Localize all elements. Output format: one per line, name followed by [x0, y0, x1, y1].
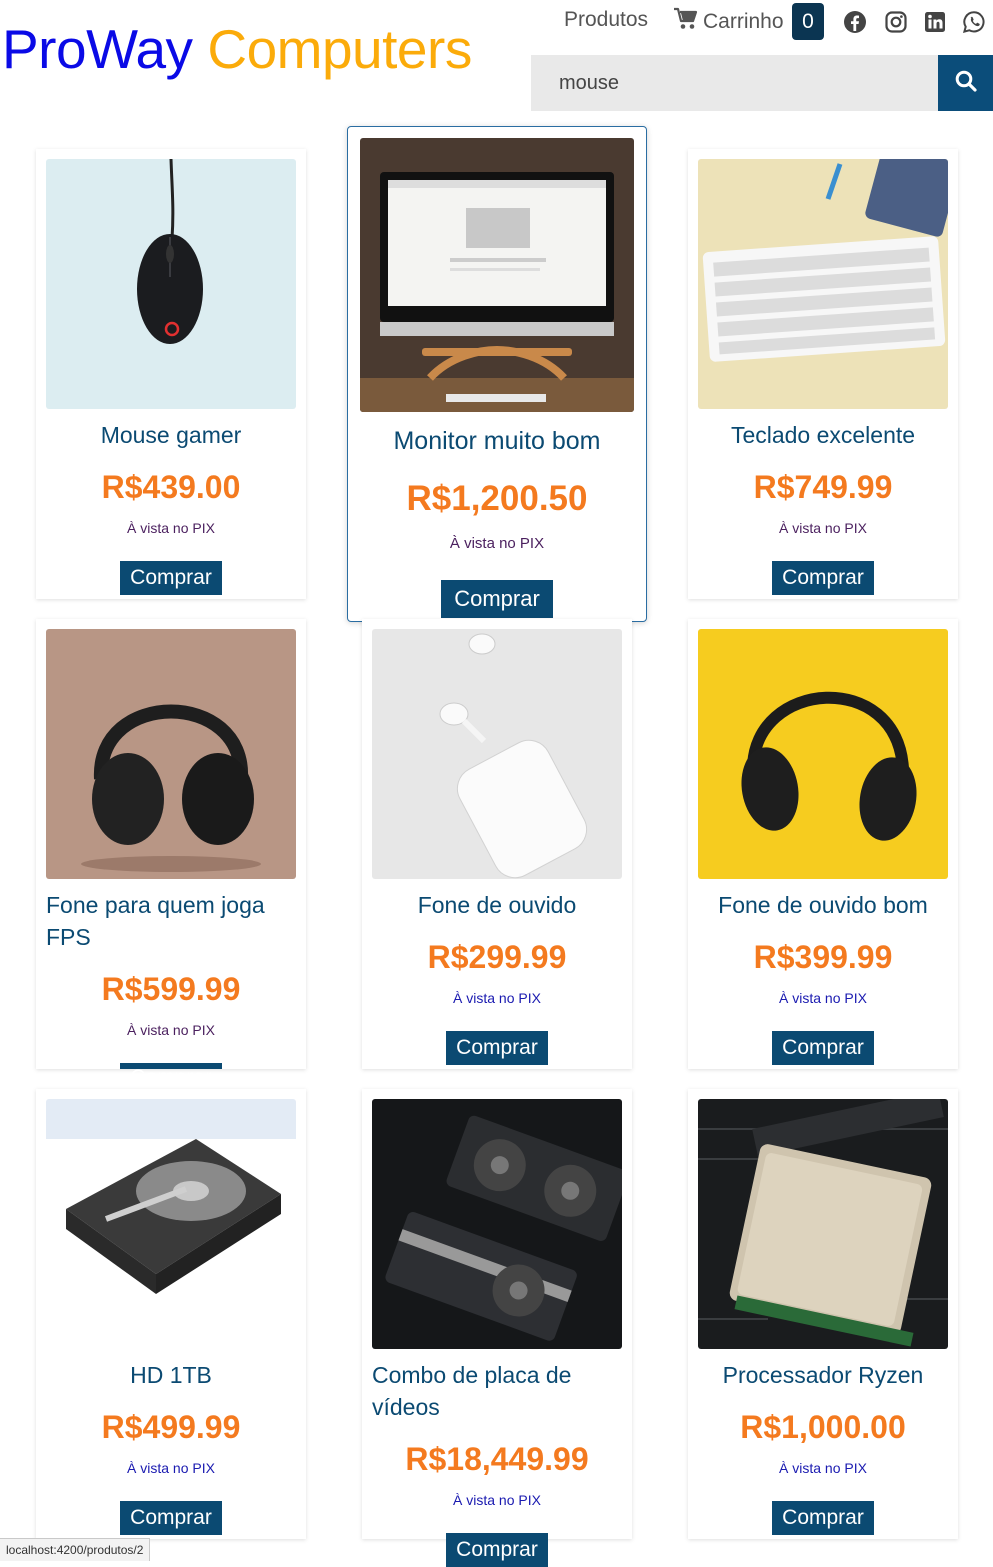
product-image-monitor[interactable]	[360, 138, 634, 412]
product-card[interactable]: Fone de ouvido bom R$399.99 À vista no P…	[688, 619, 958, 1069]
status-bar-url: localhost:4200/produtos/2	[0, 1538, 151, 1561]
buy-button[interactable]: Comprar	[120, 561, 222, 595]
product-name[interactable]: Fone para quem joga FPS	[46, 889, 296, 953]
cart-icon	[673, 7, 703, 37]
search-button[interactable]	[938, 55, 993, 111]
product-price: R$439.00	[101, 469, 241, 505]
pix-note: À vista no PIX	[453, 990, 541, 1006]
product-image-earbuds[interactable]	[372, 629, 622, 879]
product-price: R$499.99	[101, 1409, 241, 1445]
pix-note: À vista no PIX	[127, 1022, 215, 1038]
product-price: R$18,449.99	[405, 1441, 589, 1477]
pix-note: À vista no PIX	[127, 520, 215, 536]
instagram-icon[interactable]	[884, 10, 908, 34]
product-name[interactable]: Processador Ryzen	[698, 1359, 948, 1391]
pix-note: À vista no PIX	[779, 1460, 867, 1476]
product-price: R$1,200.50	[406, 479, 588, 518]
product-image-ryzen-cpu[interactable]	[698, 1099, 948, 1349]
product-image-headphone-yellow[interactable]	[698, 629, 948, 879]
product-price: R$599.99	[101, 971, 241, 1007]
buy-button[interactable]: Comprar	[772, 561, 874, 595]
cart-count-badge: 0	[792, 3, 824, 40]
product-card[interactable]: Teclado excelente R$749.99 À vista no PI…	[688, 149, 958, 599]
product-image-keyboard[interactable]	[698, 159, 948, 409]
product-card[interactable]: Fone para quem joga FPS R$599.99 À vista…	[36, 619, 306, 1089]
buy-button[interactable]: Comprar	[120, 1063, 222, 1089]
buy-button-label: Comprar	[130, 1066, 212, 1089]
pix-note: À vista no PIX	[779, 520, 867, 536]
pix-note: À vista no PIX	[453, 1492, 541, 1508]
product-card[interactable]: Combo de placa de vídeos R$18,449.99 À v…	[362, 1089, 632, 1567]
nav-cart-link[interactable]: Carrinho	[673, 7, 784, 37]
product-image-graphics-cards[interactable]	[372, 1099, 622, 1349]
buy-button[interactable]: Comprar	[446, 1533, 548, 1567]
product-price: R$1,000.00	[740, 1409, 906, 1445]
pix-note: À vista no PIX	[449, 535, 545, 552]
cart-label: Carrinho	[703, 10, 784, 33]
product-price: R$399.99	[753, 939, 893, 975]
buy-button[interactable]: Comprar	[772, 1501, 874, 1535]
product-card[interactable]: Processador Ryzen R$1,000.00 À vista no …	[688, 1089, 958, 1539]
pix-note: À vista no PIX	[127, 1460, 215, 1476]
facebook-icon[interactable]	[843, 10, 867, 34]
product-price: R$299.99	[427, 939, 567, 975]
logo-part-1: ProWay	[2, 18, 193, 80]
product-name[interactable]: Combo de placa de vídeos	[372, 1359, 622, 1423]
product-name[interactable]: Mouse gamer	[46, 419, 296, 451]
search-icon	[954, 69, 978, 98]
buy-button[interactable]: Comprar	[446, 1031, 548, 1065]
pix-note: À vista no PIX	[779, 990, 867, 1006]
buy-button[interactable]: Comprar	[441, 580, 553, 618]
product-card[interactable]: Mouse gamer R$439.00 À vista no PIX Comp…	[36, 149, 306, 599]
product-name[interactable]: Monitor muito bom	[358, 425, 636, 457]
product-card-highlighted[interactable]: Monitor muito bom R$1,200.50 À vista no …	[347, 126, 647, 622]
buy-button[interactable]: Comprar	[120, 1501, 222, 1535]
product-card[interactable]: Fone de ouvido R$299.99 À vista no PIX C…	[362, 619, 632, 1069]
nav-produtos-link[interactable]: Produtos	[564, 6, 648, 34]
product-name[interactable]: Fone de ouvido bom	[698, 889, 948, 921]
product-image-mouse[interactable]	[46, 159, 296, 409]
product-name[interactable]: Teclado excelente	[698, 419, 948, 451]
product-image-headphone-fps[interactable]	[46, 629, 296, 879]
product-name[interactable]: HD 1TB	[46, 1359, 296, 1391]
product-name[interactable]: Fone de ouvido	[372, 889, 622, 921]
search-input[interactable]	[531, 55, 938, 111]
whatsapp-icon[interactable]	[962, 10, 986, 34]
product-image-hard-drive[interactable]	[46, 1099, 296, 1349]
site-logo[interactable]: ProWay Computers	[2, 14, 472, 84]
buy-button[interactable]: Comprar	[772, 1031, 874, 1065]
product-price: R$749.99	[753, 469, 893, 505]
logo-part-2: Computers	[207, 18, 472, 80]
linkedin-icon[interactable]	[923, 10, 947, 34]
product-card[interactable]: HD 1TB R$499.99 À vista no PIX Comprar	[36, 1089, 306, 1539]
